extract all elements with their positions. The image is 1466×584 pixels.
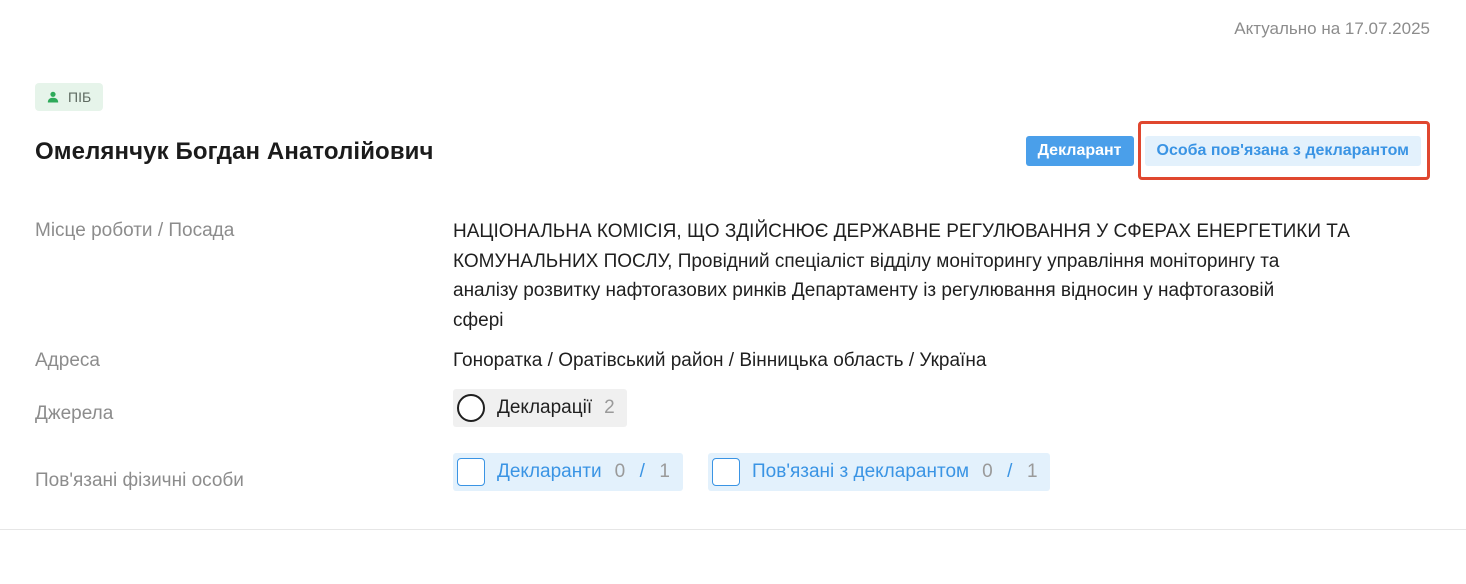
related-to-declarant-label: Пов'язані з декларантом <box>752 461 970 482</box>
work-position-line: НАЦІОНАЛЬНА КОМІСІЯ, ЩО ЗДІЙСНЮЄ ДЕРЖАВН… <box>453 221 1350 242</box>
section-divider <box>0 529 1466 530</box>
work-position-line: КОМУНАЛЬНИХ ПОСЛУ, Провідний спеціаліст … <box>453 250 1280 272</box>
related-role-highlight: Особа пов'язана з декларантом <box>1137 121 1430 180</box>
related-to-declarant-filter-chip[interactable]: Пов'язані з декларантом 0 / 1 <box>708 453 1051 491</box>
declarants-filter-chip[interactable]: Декларанти 0 / 1 <box>453 453 683 491</box>
related-count-total: 1 <box>1026 461 1039 482</box>
declarants-count-value: 0 <box>614 461 626 482</box>
declarations-label: Декларації <box>497 397 593 418</box>
related-count-value: 0 <box>982 461 994 482</box>
pib-tag-label: ПІБ <box>68 89 92 105</box>
person-icon <box>47 91 59 103</box>
count-separator: / <box>1007 461 1013 482</box>
pib-tag: ПІБ <box>35 83 104 111</box>
declarations-source-chip[interactable]: Декларації 2 <box>453 389 627 427</box>
person-name: Омелянчук Богдан Анатолійович <box>35 138 434 165</box>
related-to-declarant-count: 0 / 1 <box>982 461 1038 483</box>
person-profile-page: Актуально на 17.07.2025 ПІБ Омелянчук Бо… <box>0 0 1466 584</box>
declarants-label: Декларанти <box>497 461 602 482</box>
declarants-checkbox[interactable] <box>457 458 485 486</box>
address-label: Адреса <box>35 350 100 371</box>
actual-date: Актуально на 17.07.2025 <box>1234 19 1430 38</box>
declarants-count: 0 / 1 <box>615 461 671 483</box>
declarants-count-total: 1 <box>659 461 671 482</box>
work-position-line: аналізу розвитку нафтогазових ринків Деп… <box>453 280 1275 301</box>
related-persons-label: Пов'язані фізичні особи <box>35 470 244 491</box>
work-position-line: сфері <box>453 309 504 331</box>
role-badges: Декларант Особа пов'язана з декларантом <box>1025 121 1430 180</box>
declarant-role-badge[interactable]: Декларант <box>1025 135 1134 166</box>
count-separator: / <box>639 461 646 482</box>
address-value: Гоноратка / Оратівський район / Вінницьк… <box>453 350 987 371</box>
sources-label: Джерела <box>35 403 114 424</box>
declarations-radio[interactable] <box>457 394 485 422</box>
related-person-role-badge[interactable]: Особа пов'язана з декларантом <box>1144 135 1421 166</box>
declarations-count: 2 <box>604 397 615 418</box>
work-position-value: НАЦІОНАЛЬНА КОМІСІЯ, ЩО ЗДІЙСНЮЄ ДЕРЖАВН… <box>453 217 1430 335</box>
work-position-label: Місце роботи / Посада <box>35 220 235 241</box>
related-to-declarant-checkbox[interactable] <box>712 458 740 486</box>
